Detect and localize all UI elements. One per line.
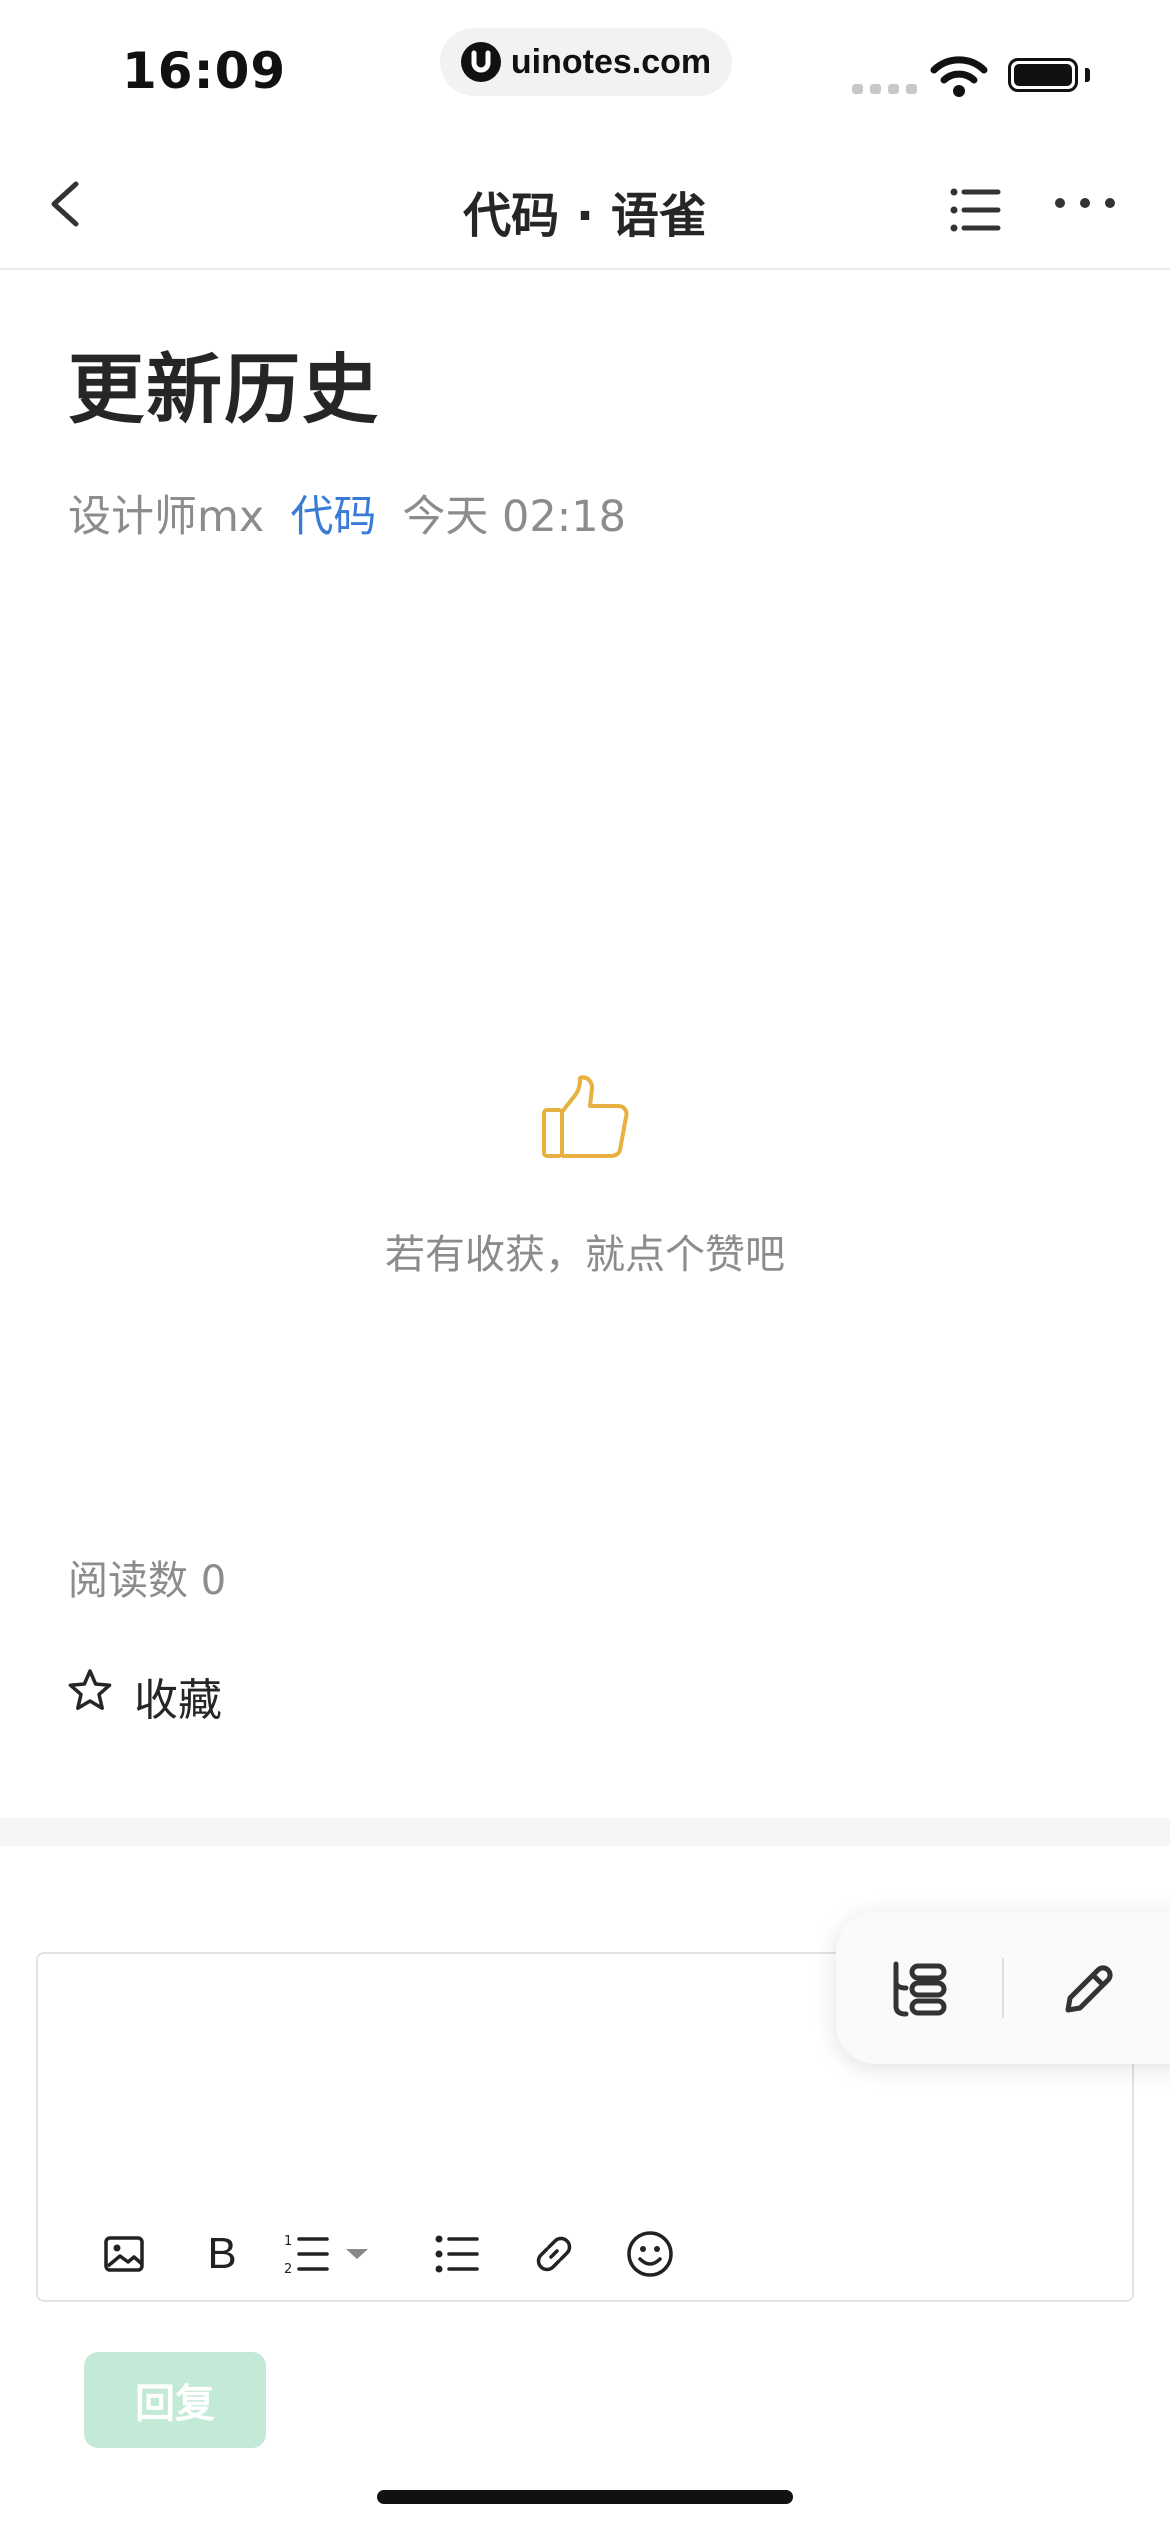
bullet-list-icon[interactable]: [430, 2228, 482, 2280]
reply-button[interactable]: 回复: [84, 2352, 266, 2448]
thumbs-up-icon[interactable]: [540, 1072, 632, 1164]
floating-action-bar: [836, 1912, 1170, 2064]
section-divider: [0, 1818, 1170, 1846]
pencil-icon[interactable]: [1058, 1958, 1120, 2024]
bold-icon[interactable]: B: [196, 2228, 248, 2280]
battery-icon: [1008, 58, 1078, 92]
svg-text:1: 1: [284, 2234, 292, 2249]
battery-tip: [1085, 68, 1090, 82]
link-icon[interactable]: [528, 2228, 580, 2280]
svg-text:2: 2: [284, 2262, 292, 2277]
more-dots-icon[interactable]: [1055, 188, 1115, 218]
star-icon: [66, 1667, 114, 1726]
updated-time: 今天 02:18: [402, 492, 626, 542]
image-icon[interactable]: [98, 2228, 150, 2280]
document-meta: 设计师mx 代码 今天 02:18: [68, 482, 626, 544]
ordered-list-icon[interactable]: 12: [280, 2228, 332, 2280]
float-separator: [1002, 1958, 1004, 2018]
emoji-icon[interactable]: [624, 2228, 676, 2280]
dropdown-caret-icon[interactable]: [342, 2228, 372, 2280]
cellular-signal-icon: [852, 84, 917, 94]
url-pill[interactable]: uinotes.com: [440, 28, 732, 96]
favorite-label: 收藏: [134, 1675, 222, 1726]
read-count: 阅读数 0: [68, 1558, 227, 1604]
list-icon[interactable]: [946, 180, 1006, 240]
url-text: uinotes.com: [510, 42, 712, 81]
home-indicator[interactable]: [377, 2490, 793, 2504]
book-link[interactable]: 代码: [290, 482, 376, 544]
site-logo-icon: [460, 42, 501, 82]
like-prompt: 若有收获，就点个赞吧: [385, 1232, 785, 1278]
nav-bar: 代码 · 语雀: [0, 140, 1170, 270]
favorite-button[interactable]: 收藏: [66, 1664, 222, 1728]
outline-tree-icon[interactable]: [886, 1958, 948, 2024]
status-time: 16:09: [122, 42, 287, 100]
bold-glyph: B: [207, 2229, 237, 2278]
document-title: 更新历史: [68, 345, 380, 434]
author-name[interactable]: 设计师mx: [68, 482, 264, 544]
wifi-icon: [930, 56, 988, 102]
